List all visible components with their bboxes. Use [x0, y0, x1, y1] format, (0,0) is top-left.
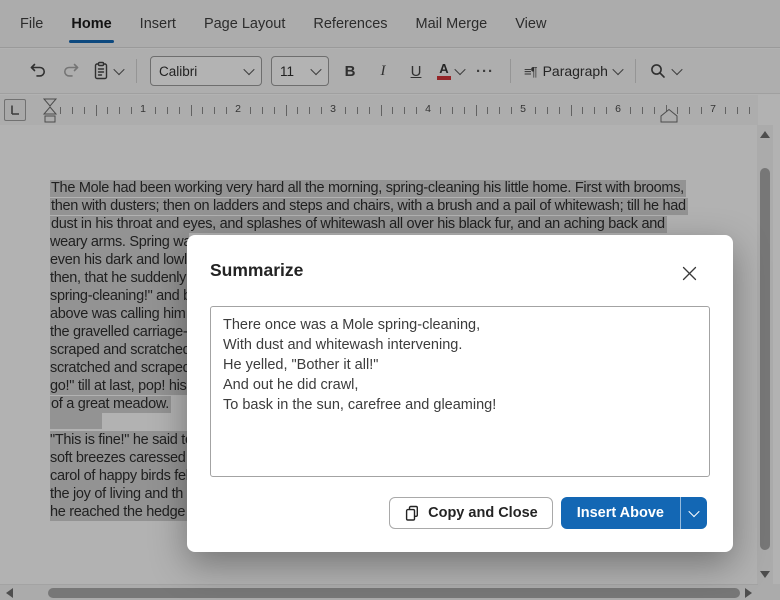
word-processor-app: File Home Insert Page Layout References …: [0, 0, 780, 600]
chevron-down-icon: [688, 505, 700, 518]
insert-above-label: Insert Above: [576, 505, 664, 521]
copy-icon: [404, 505, 420, 522]
dialog-close-button[interactable]: [677, 261, 701, 285]
copy-and-close-button[interactable]: Copy and Close: [389, 497, 553, 529]
insert-above-button[interactable]: Insert Above: [561, 497, 680, 529]
insert-above-dropdown-button[interactable]: [681, 497, 707, 529]
dialog-title: Summarize: [210, 260, 304, 280]
close-icon: [682, 266, 696, 280]
insert-above-split-button: Insert Above: [560, 497, 707, 529]
summarize-dialog: Summarize There once was a Mole spring-c…: [187, 235, 733, 552]
dialog-buttons: Copy and Close Insert Above: [389, 497, 707, 529]
copy-and-close-label: Copy and Close: [428, 505, 538, 521]
summary-textarea[interactable]: There once was a Mole spring-cleaning, W…: [210, 306, 710, 477]
